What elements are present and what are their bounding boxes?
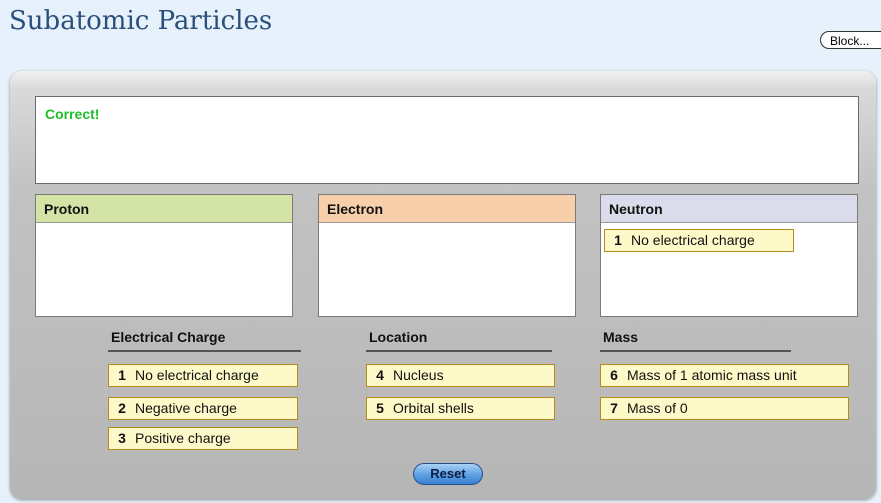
- tile-negative-charge[interactable]: 2 Negative charge: [108, 397, 298, 420]
- electron-header: Electron: [319, 195, 575, 223]
- tile-mass-0[interactable]: 7 Mass of 0: [600, 397, 849, 420]
- tile-label: Positive charge: [135, 430, 231, 446]
- tile-label: Nucleus: [393, 367, 444, 383]
- block-button[interactable]: Block...: [820, 31, 881, 49]
- tile-nucleus[interactable]: 4 Nucleus: [366, 364, 555, 387]
- tile-label: No electrical charge: [631, 232, 755, 248]
- electrical-charge-divider: [108, 350, 301, 352]
- neutron-header: Neutron: [601, 195, 857, 223]
- tile-number: 7: [610, 400, 618, 416]
- tile-number: 5: [376, 400, 384, 416]
- tile-number: 2: [118, 400, 126, 416]
- tile-label: Orbital shells: [393, 400, 474, 416]
- tile-positive-charge[interactable]: 3 Positive charge: [108, 427, 298, 450]
- feedback-box: Correct!: [35, 96, 859, 184]
- tile-number: 4: [376, 367, 384, 383]
- tile-label: Negative charge: [135, 400, 237, 416]
- tile-number: 1: [614, 232, 622, 248]
- electron-drop-box[interactable]: Electron: [318, 194, 576, 317]
- tile-mass-1-amu[interactable]: 6 Mass of 1 atomic mass unit: [600, 364, 849, 387]
- tile-label: Mass of 0: [627, 400, 688, 416]
- neutron-placed-tile[interactable]: 1 No electrical charge: [604, 229, 794, 252]
- reset-button[interactable]: Reset: [413, 463, 483, 485]
- mass-divider: [600, 350, 791, 352]
- location-heading: Location: [369, 329, 428, 345]
- mass-heading: Mass: [603, 329, 639, 345]
- tile-no-electrical-charge[interactable]: 1 No electrical charge: [108, 364, 298, 387]
- proton-header: Proton: [36, 195, 292, 223]
- electrical-charge-heading: Electrical Charge: [111, 329, 226, 345]
- neutron-drop-box[interactable]: Neutron 1 No electrical charge: [600, 194, 858, 317]
- tile-number: 6: [610, 367, 618, 383]
- tile-label: Mass of 1 atomic mass unit: [627, 367, 797, 383]
- feedback-text: Correct!: [45, 106, 100, 122]
- tile-number: 1: [118, 367, 126, 383]
- proton-drop-box[interactable]: Proton: [35, 194, 293, 317]
- tile-number: 3: [118, 430, 126, 446]
- location-divider: [366, 350, 552, 352]
- tile-label: No electrical charge: [135, 367, 259, 383]
- activity-panel: Correct! Proton Electron Neutron 1 No ele…: [10, 71, 876, 499]
- tile-orbital-shells[interactable]: 5 Orbital shells: [366, 397, 555, 420]
- page-title: Subatomic Particles: [9, 6, 273, 36]
